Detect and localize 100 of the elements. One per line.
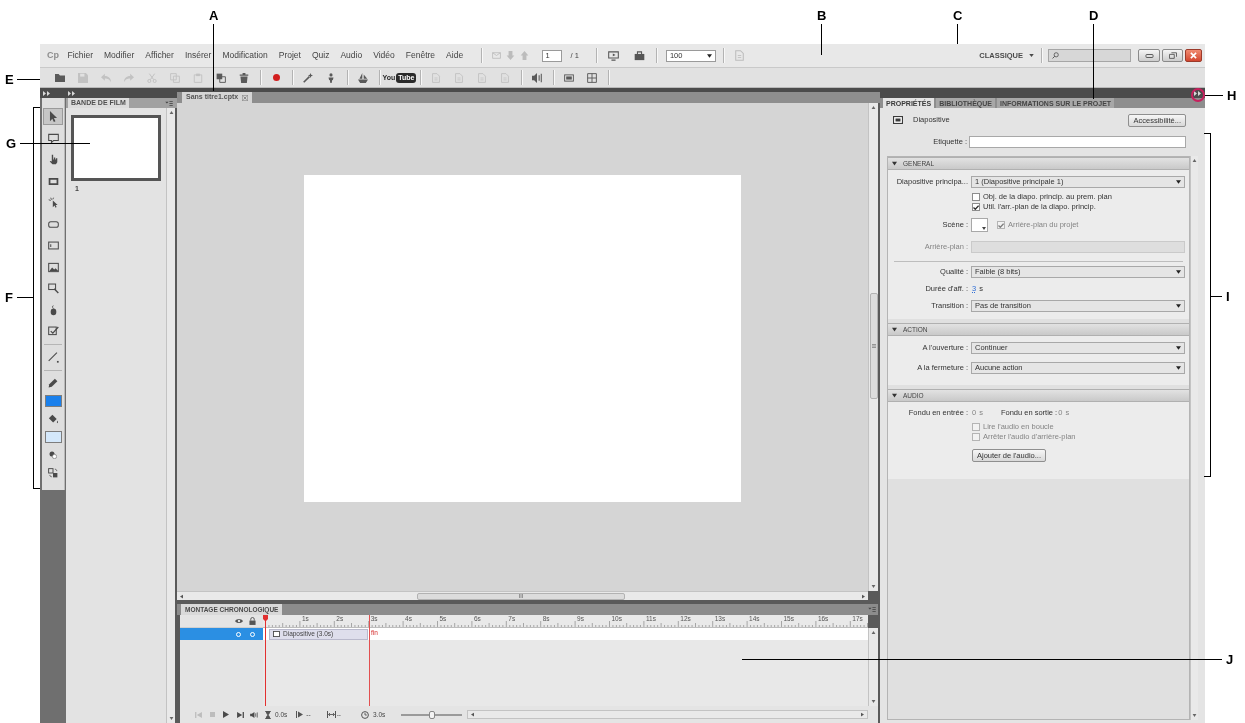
arrow-up-icon xyxy=(871,631,876,634)
menu-item[interactable]: Fenêtre xyxy=(400,51,441,60)
scrollbar[interactable] xyxy=(166,108,175,723)
caret-down-icon xyxy=(1176,346,1181,350)
caret-down-icon xyxy=(1176,180,1181,184)
scrollbar[interactable] xyxy=(1190,156,1198,720)
hourglass-icon xyxy=(265,710,271,719)
arrow-down-icon xyxy=(871,585,876,588)
caret-down-icon xyxy=(1176,366,1181,370)
input-field[interactable] xyxy=(969,136,1186,148)
caret-down-icon xyxy=(706,53,712,58)
restore-icon xyxy=(1168,52,1177,59)
hand-pointer-icon xyxy=(47,154,59,165)
callout-line xyxy=(1205,95,1223,96)
menu-item[interactable]: Afficher xyxy=(139,51,180,60)
double-chevron-icon[interactable] xyxy=(68,90,76,96)
lock-icon[interactable] xyxy=(249,617,256,625)
pointer-icon xyxy=(47,111,59,122)
speaker-icon[interactable] xyxy=(250,711,258,718)
pencil-icon xyxy=(48,377,58,388)
arrow-down-icon xyxy=(1192,714,1197,717)
play-icon[interactable] xyxy=(223,711,229,718)
menu-item[interactable]: Fichier xyxy=(62,51,99,60)
line-icon xyxy=(47,352,59,363)
arrow-up-icon xyxy=(871,106,876,109)
triangle-down-icon xyxy=(892,327,897,332)
slide-icon xyxy=(893,116,903,124)
skip-forward-icon[interactable] xyxy=(236,711,244,718)
minimize-button[interactable] xyxy=(1138,49,1160,62)
restore-button[interactable] xyxy=(1162,49,1183,62)
arrow-right-icon xyxy=(861,712,864,717)
clock-icon xyxy=(361,710,369,719)
triangle-down-icon xyxy=(892,161,897,166)
menu-item[interactable]: Aide xyxy=(440,51,469,60)
color-swatch-icon[interactable] xyxy=(44,430,62,443)
scrollbar[interactable] xyxy=(868,628,878,706)
color-swatch-icon[interactable] xyxy=(44,394,62,407)
callout-letter: B xyxy=(817,8,827,23)
swatch-picker[interactable] xyxy=(971,218,988,232)
cursor-rays-icon xyxy=(47,197,59,208)
close-button[interactable] xyxy=(1185,49,1202,62)
scrollbar-thumb[interactable] xyxy=(417,592,625,600)
caret-down-icon xyxy=(1176,304,1181,308)
start-marker-icon xyxy=(296,711,304,718)
menu-item[interactable]: Modification xyxy=(216,51,274,60)
check-icon xyxy=(973,204,979,210)
close-icon xyxy=(1190,52,1197,59)
text-field-icon xyxy=(47,240,59,251)
span-arrows-icon xyxy=(326,711,336,718)
double-chevron-icon[interactable] xyxy=(43,90,51,96)
panel-menu-icon[interactable] xyxy=(868,607,876,612)
scrollbar[interactable] xyxy=(467,710,868,719)
callout-letter: A xyxy=(209,8,219,23)
checkbox[interactable] xyxy=(972,203,980,211)
caret-down-icon xyxy=(1176,270,1181,274)
swap-icon[interactable] xyxy=(48,467,58,478)
check-icon xyxy=(998,222,1004,228)
callout-letter: I xyxy=(1226,289,1230,304)
close-icon[interactable] xyxy=(242,94,249,101)
menu-item[interactable]: Audio xyxy=(334,51,368,60)
checkbox[interactable] xyxy=(972,193,980,201)
double-chevron-icon[interactable] xyxy=(1194,90,1202,96)
scrollbar[interactable] xyxy=(868,103,878,591)
zoom-slider-track[interactable] xyxy=(401,713,463,716)
callout-line xyxy=(957,24,958,44)
input-field[interactable] xyxy=(971,241,1185,253)
callout-line xyxy=(20,143,90,144)
scrollbar[interactable] xyxy=(177,591,868,600)
menu-item[interactable]: Modifier xyxy=(98,51,140,60)
circles-icon[interactable] xyxy=(49,450,57,459)
scrollbar-thumb[interactable] xyxy=(869,293,878,399)
arrow-up-icon xyxy=(168,111,174,114)
slide-thumbnail[interactable] xyxy=(71,115,161,181)
callout-letter: H xyxy=(1227,88,1237,103)
arrow-left-icon xyxy=(180,593,183,599)
callout-letter: E xyxy=(5,72,14,87)
box-check-icon xyxy=(47,326,59,337)
callout-letter: D xyxy=(1089,8,1099,23)
eye-icon[interactable] xyxy=(235,618,243,624)
search-icon xyxy=(1052,52,1059,59)
magnifier-icon xyxy=(47,283,59,294)
callout-letter: F xyxy=(5,290,13,305)
dot-icon[interactable] xyxy=(249,631,255,637)
callout-letter: G xyxy=(6,136,17,151)
menu-item[interactable]: Insérer xyxy=(179,51,217,60)
search-field[interactable] xyxy=(1048,49,1131,62)
slider-thumb[interactable] xyxy=(428,710,435,719)
arrow-down-icon xyxy=(168,717,174,720)
grip-lines-icon xyxy=(871,344,876,348)
menu-item[interactable]: Quiz xyxy=(306,51,335,60)
menu-item[interactable]: Projet xyxy=(273,51,307,60)
callout-line xyxy=(1211,296,1222,297)
app-logo: Cp xyxy=(47,51,60,60)
panel-menu-icon[interactable] xyxy=(165,100,173,106)
callout-letter: J xyxy=(1226,652,1234,667)
caret-down-icon xyxy=(1029,54,1034,57)
dot-icon[interactable] xyxy=(235,631,241,637)
callout-line xyxy=(213,24,214,91)
triangle-down-icon xyxy=(892,393,897,398)
menu-item[interactable]: Vidéo xyxy=(367,51,401,60)
